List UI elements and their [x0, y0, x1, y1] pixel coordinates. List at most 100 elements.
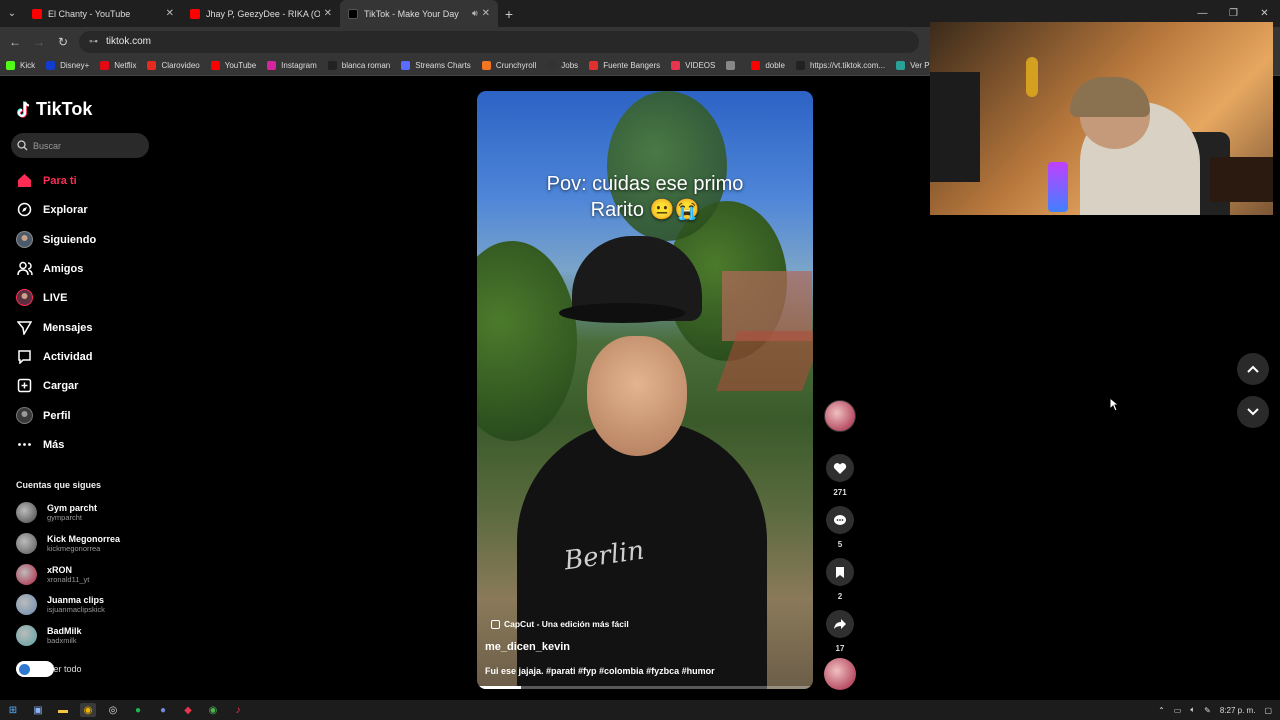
bookmark-item[interactable]: Fuente Bangers — [589, 61, 660, 70]
profile-icon — [16, 407, 33, 424]
nav-item-cargar[interactable]: Cargar — [16, 377, 78, 394]
clock-time[interactable]: 8:27 p. m. — [1220, 706, 1256, 715]
pen-icon[interactable]: ✎ — [1204, 706, 1211, 715]
windows-start-icon[interactable]: ⊞ — [5, 703, 21, 717]
tab-search-icon[interactable]: ⌄ — [0, 0, 24, 27]
browser-tab-2[interactable]: Jhay P, GeezyDee - RIKA (Offici ✕ — [182, 0, 340, 27]
bookmark-item[interactable] — [726, 61, 740, 70]
video-player[interactable]: Berlin Pov: cuidas ese primo Rarito 😐😭 C… — [477, 91, 813, 689]
bookmark-label: Instagram — [281, 61, 317, 70]
video-username[interactable]: me_dicen_kevin — [485, 641, 570, 653]
bookmark-item[interactable]: Jobs — [547, 61, 578, 70]
save-count: 2 — [837, 592, 843, 601]
previous-video-button[interactable] — [1237, 353, 1269, 385]
nav-item-siguiendo[interactable]: Siguiendo — [16, 231, 96, 248]
bookmark-favicon-icon — [6, 61, 15, 70]
app-icon[interactable]: ◆ — [180, 703, 196, 717]
see-all-button[interactable]: Ver todo — [16, 661, 82, 677]
forward-icon[interactable]: → — [27, 35, 51, 49]
network-icon[interactable]: ▭ — [1174, 706, 1182, 715]
chrome-profile-icon[interactable]: ◉ — [205, 703, 221, 717]
search-box[interactable] — [11, 133, 149, 158]
bookmark-item[interactable]: Netflix — [100, 61, 136, 70]
following-account[interactable]: Juanma clips isjuanmaclipskick — [16, 594, 105, 615]
creator-avatar[interactable] — [824, 400, 856, 432]
bookmark-item[interactable]: Instagram — [267, 61, 317, 70]
account-text: Gym parcht gymparcht — [47, 503, 97, 523]
nav-item-label: Mensajes — [43, 321, 93, 334]
file-explorer-icon[interactable]: ▬ — [55, 703, 71, 717]
nav-item-amigos[interactable]: Amigos — [16, 260, 83, 277]
search-input[interactable] — [33, 140, 143, 151]
close-tab-icon[interactable]: ✕ — [482, 8, 490, 19]
chrome-icon[interactable]: ◉ — [80, 703, 96, 717]
taskbar: ⊞ ▣ ▬ ◉ ◎ ● ● ◆ ◉ ♪ ⌃ ▭ 🔈︎ ✎ 8:27 p. m. … — [0, 700, 1280, 720]
speaker-icon[interactable]: 🔊︎ — [472, 8, 478, 19]
compass-icon — [16, 201, 33, 218]
comment-icon — [834, 514, 846, 525]
close-tab-icon[interactable]: ✕ — [166, 8, 174, 19]
bookmark-item[interactable]: YouTube — [210, 61, 256, 70]
tab-title: Jhay P, GeezyDee - RIKA (Offici — [206, 8, 320, 19]
video-description[interactable]: Fui ese jajaja. #parati #fyp #colombia #… — [485, 666, 715, 676]
close-tab-icon[interactable]: ✕ — [324, 8, 332, 19]
nav-item-explorar[interactable]: Explorar — [16, 201, 88, 218]
discord-icon[interactable]: ● — [155, 703, 171, 717]
nav-item-mensajes[interactable]: Mensajes — [16, 319, 93, 336]
notification-icon[interactable]: ▢ — [1264, 706, 1272, 715]
following-account[interactable]: BadMilk badxmilk — [16, 625, 82, 646]
url-field[interactable]: ⊶ tiktok.com — [79, 30, 919, 53]
bookmark-item[interactable]: VIDEOS — [671, 61, 715, 70]
nav-item-live[interactable]: LIVE — [16, 289, 67, 306]
bookmark-label: VIDEOS — [685, 61, 716, 70]
save-button[interactable] — [826, 558, 854, 586]
new-tab-button[interactable]: + — [498, 6, 520, 22]
store-icon[interactable]: ▣ — [30, 703, 46, 717]
bookmark-item[interactable]: Kick — [6, 61, 35, 70]
share-count: 17 — [835, 644, 845, 653]
bookmark-item[interactable]: blanca roman — [327, 61, 391, 70]
volume-icon[interactable]: 🔈︎ — [1190, 705, 1195, 715]
bookmark-item[interactable]: Streams Charts — [401, 61, 471, 70]
bookmark-item[interactable]: Ver Pa — [896, 61, 934, 70]
tab-title: TikTok - Make Your Day — [364, 8, 459, 19]
bookmark-item[interactable]: Disney+ — [46, 61, 89, 70]
send-icon — [16, 319, 33, 336]
nav-item-más[interactable]: Más — [16, 436, 64, 453]
capcut-link[interactable]: CapCut - Una edición más fácil — [491, 619, 629, 629]
site-info-icon[interactable]: ⊶ — [89, 36, 98, 47]
more-icon — [16, 436, 33, 453]
browser-tab-3[interactable]: TikTok - Make Your Day 🔊︎ ✕ — [340, 0, 498, 27]
following-account[interactable]: Kick Megonorrea kickmegonorrea — [16, 533, 120, 554]
tiktok-app-icon[interactable]: ♪ — [230, 703, 246, 717]
back-icon[interactable]: ← — [3, 35, 27, 49]
browser-tab-1[interactable]: El Chanty - YouTube ✕ — [24, 0, 182, 27]
account-handle: isjuanmaclipskick — [47, 604, 105, 614]
accounts-avatar-icon — [16, 661, 54, 677]
bookmark-item[interactable]: https://vt.tiktok.com... — [795, 61, 885, 70]
music-disc-icon[interactable] — [824, 658, 856, 690]
account-handle: xronald11_yt — [47, 574, 90, 584]
webcam-overlay — [930, 22, 1273, 215]
bookmark-item[interactable]: Crunchyroll — [481, 61, 536, 70]
tray-chevron-icon[interactable]: ⌃ — [1158, 706, 1165, 715]
bookmark-item[interactable]: Clarovideo — [147, 61, 200, 70]
share-button[interactable] — [826, 610, 854, 638]
video-progress-bar[interactable] — [477, 686, 813, 689]
comment-button[interactable] — [826, 506, 854, 534]
nav-item-para-ti[interactable]: Para ti — [16, 172, 77, 189]
following-account[interactable]: Gym parcht gymparcht — [16, 502, 97, 523]
like-button[interactable] — [826, 454, 854, 482]
next-video-button[interactable] — [1237, 396, 1269, 428]
obs-icon[interactable]: ◎ — [105, 703, 121, 717]
bookmark-item[interactable]: doble — [751, 61, 785, 70]
like-count: 271 — [833, 488, 847, 497]
nav-item-actividad[interactable]: Actividad — [16, 348, 93, 365]
spotify-icon[interactable]: ● — [130, 703, 146, 717]
nav-item-perfil[interactable]: Perfil — [16, 407, 71, 424]
bookmark-label: blanca roman — [341, 61, 391, 70]
bookmark-label: Kick — [20, 61, 36, 70]
following-account[interactable]: xRON xronald11_yt — [16, 564, 89, 585]
reload-icon[interactable]: ↻ — [51, 35, 75, 49]
tiktok-logo[interactable]: TikTok — [16, 99, 92, 120]
